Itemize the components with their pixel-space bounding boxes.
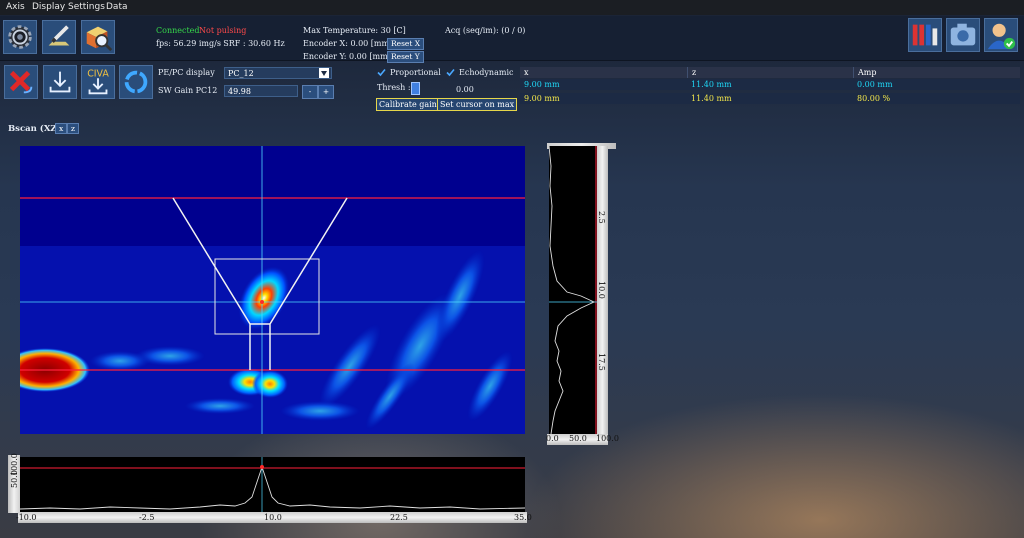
bottom-y-tick-top: 100.0 — [10, 453, 19, 476]
side-profile-plot — [549, 146, 597, 434]
snapshot-button[interactable] — [946, 18, 980, 52]
pe-pc-display-label: PE/PC display — [158, 68, 215, 77]
menu-bar: Axis Display Settings Data — [0, 0, 1024, 15]
side-tick: 2.5 — [597, 211, 606, 224]
encoder-y: Encoder Y: 0.00 [mm] — [303, 52, 391, 61]
bscan-title: Bscan (XZ) — [8, 124, 61, 134]
srf-readout: - SRF : 30.60 Hz — [218, 39, 285, 48]
table-header-amp: Amp — [853, 67, 1020, 78]
side-tick: 10.0 — [597, 281, 606, 299]
table-cell: 80.00 % — [853, 93, 1020, 104]
bottom-x-tick: 35.0 — [514, 513, 532, 522]
side-x-tick: 100.0 — [596, 434, 619, 443]
civa-label: CIVA — [87, 68, 109, 79]
echodynamic-label: Echodynamic — [459, 68, 514, 77]
menu-data[interactable]: Data — [106, 2, 128, 12]
sw-gain-label: SW Gain PC12 — [158, 86, 218, 95]
encoder-x: Encoder X: 0.00 [mm] — [303, 39, 393, 48]
fps-readout: fps: 56.29 img/s — [156, 39, 221, 48]
table-cell: 11.40 mm — [687, 79, 853, 90]
bottom-x-tick: 10.0 — [264, 513, 282, 522]
pulsing-status: Not pulsing — [199, 26, 247, 35]
thresh-label: Thresh : — [377, 83, 411, 92]
pen-tool-icon — [48, 25, 70, 46]
echodynamic-checkbox[interactable] — [446, 68, 455, 77]
connection-status: Connected — [156, 26, 200, 35]
settings-gear-icon — [8, 25, 32, 49]
box-search-icon — [86, 26, 113, 52]
reset-y-button[interactable]: Reset Y — [387, 51, 424, 63]
reset-x-button[interactable]: Reset X — [387, 38, 425, 50]
table-cell: 0.00 mm — [853, 79, 1020, 90]
gain-decrease-button[interactable]: - — [302, 85, 318, 99]
sw-gain-input[interactable]: 49.98 — [224, 85, 298, 97]
draw-tool-button[interactable] — [42, 20, 76, 54]
pe-pc-display-select[interactable]: PC_12 — [224, 67, 332, 79]
download-button[interactable] — [43, 65, 77, 99]
table-header-x: x — [520, 67, 688, 78]
proportional-checkbox[interactable] — [377, 68, 386, 77]
side-x-tick: 0.0 — [546, 434, 559, 443]
refresh-button[interactable] — [119, 65, 153, 99]
download-icon — [49, 71, 71, 93]
table-cell: 9.00 mm — [520, 93, 687, 104]
inspect-button[interactable] — [81, 20, 115, 54]
gain-increase-button[interactable]: + — [318, 85, 334, 99]
menu-settings[interactable]: Settings — [68, 2, 105, 12]
menu-axis[interactable]: Axis — [6, 2, 25, 12]
side-x-tick: 50.0 — [569, 434, 587, 443]
axis-x-button[interactable]: x — [55, 123, 68, 134]
bscan-image[interactable] — [20, 146, 525, 434]
civa-download-icon: CIVA — [87, 68, 109, 95]
civa-export-button[interactable]: CIVA — [81, 65, 115, 99]
camera-icon — [950, 23, 976, 46]
thresh-slider-handle[interactable] — [411, 82, 420, 95]
proportional-label: Proportional — [390, 68, 441, 77]
axis-z-button[interactable]: z — [67, 123, 79, 134]
thresh-value: 0.00 — [456, 85, 474, 94]
set-cursor-max-button[interactable]: Set cursor on max — [437, 98, 518, 111]
settings-button[interactable] — [3, 20, 37, 54]
pe-pc-display-value: PC_12 — [228, 69, 254, 78]
side-tick: 17.5 — [597, 353, 606, 371]
cancel-icon — [9, 70, 33, 94]
table-cell: 9.00 mm — [520, 79, 687, 90]
bottom-x-tick: -10.0 — [16, 513, 37, 522]
acquisition-counter: Acq (seq/im): (0 / 0) — [445, 26, 526, 35]
user-check-icon — [987, 23, 1016, 50]
table-header-z: z — [687, 67, 853, 78]
refresh-icon — [124, 70, 148, 94]
toolbar: Connected Not pulsing fps: 56.29 img/s -… — [0, 16, 1024, 63]
calibrate-gain-button[interactable]: Calibrate gain — [376, 98, 440, 111]
chevron-down-icon — [319, 68, 329, 78]
color-bars-icon — [912, 24, 938, 46]
user-button[interactable] — [984, 18, 1018, 52]
colormap-button[interactable] — [908, 18, 942, 52]
bottom-x-tick: 22.5 — [390, 513, 408, 522]
bottom-profile-plot — [20, 457, 525, 512]
table-cell: 11.40 mm — [687, 93, 853, 104]
bottom-x-tick: -2.5 — [139, 513, 155, 522]
max-temperature: Max Temperature: 30 [C] — [303, 26, 406, 35]
menu-display[interactable]: Display — [32, 2, 65, 12]
cancel-button[interactable] — [4, 65, 38, 99]
